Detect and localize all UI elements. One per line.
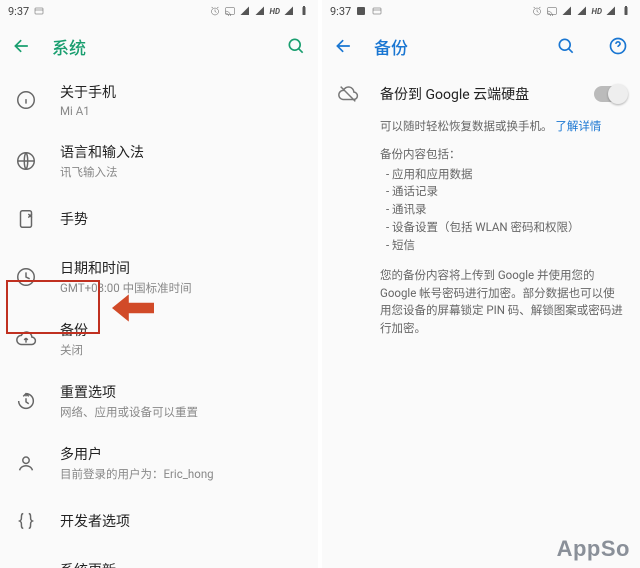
item-developer[interactable]: 开发者选项 — [0, 494, 318, 548]
bullets-list: 应用和应用数据 通话记录 通讯录 设备设置（包括 WLAN 密码和权限） 短信 — [380, 166, 626, 255]
learn-more-link[interactable]: 了解详情 — [555, 119, 601, 133]
back-button[interactable] — [10, 34, 34, 58]
gesture-icon — [14, 207, 38, 231]
help-button[interactable] — [606, 34, 630, 58]
page-title: 系统 — [52, 34, 266, 59]
battery-icon — [620, 5, 632, 17]
toggle-row[interactable]: 备份到 Google 云端硬盘 — [322, 70, 640, 118]
backup-toggle[interactable] — [594, 86, 626, 102]
bullet-item: 短信 — [380, 237, 626, 255]
restore-icon — [14, 389, 38, 413]
alarm-icon — [531, 5, 543, 17]
description: 可以随时轻松恢复数据或换手机。 了解详情 备份内容包括： 应用和应用数据 通话记… — [322, 118, 640, 338]
bullet-item: 通讯录 — [380, 201, 626, 219]
item-backup[interactable]: 备份关闭 — [0, 308, 318, 370]
item-sub: Mi A1 — [60, 104, 306, 118]
item-label: 备份 — [60, 320, 306, 340]
bullets-title: 备份内容包括： — [380, 146, 626, 164]
item-label: 系统更新 — [60, 560, 306, 568]
item-label: 关于手机 — [60, 82, 306, 102]
arrow-annotation — [112, 293, 154, 323]
item-label: 重置选项 — [60, 382, 306, 402]
clock-icon — [14, 265, 38, 289]
signal2-icon — [576, 5, 588, 17]
page-title: 备份 — [374, 34, 536, 59]
screenshot-icon — [355, 5, 367, 17]
item-sub: 网络、应用或设备可以重置 — [60, 404, 306, 420]
cast-icon — [546, 5, 558, 17]
item-sub: 讯飞输入法 — [60, 164, 306, 180]
back-button[interactable] — [332, 34, 356, 58]
signal3-icon — [283, 5, 295, 17]
footer-text: 您的备份内容将上传到 Google 并使用您的 Google 帐号密码进行加密。… — [380, 267, 626, 338]
alarm-icon — [209, 5, 221, 17]
status-bar: 9:37 HD — [322, 0, 640, 22]
battery-icon — [298, 5, 310, 17]
app-bar: 备份 — [322, 22, 640, 70]
settings-list[interactable]: 关于手机 Mi A1 语言和输入法讯飞输入法 手势 日期和时间 GMT+08:00 … — [0, 70, 318, 568]
watermark: AppSo — [557, 536, 630, 562]
item-sub: 目前登录的用户为：Eric_hong — [60, 466, 306, 482]
item-sub: 关闭 — [60, 342, 306, 358]
cloud-upload-icon — [14, 327, 38, 351]
item-label: 手势 — [60, 209, 306, 229]
phone-right: 9:37 HD 备份 — [322, 0, 640, 568]
item-sub: GMT+08:00 中国标准时间 — [60, 280, 306, 296]
cast-icon — [224, 5, 236, 17]
ic-card-icon — [371, 5, 383, 17]
hd-label: HD — [269, 7, 280, 16]
item-gestures[interactable]: 手势 — [0, 192, 318, 246]
signal-icon — [239, 5, 251, 17]
backup-content: 备份到 Google 云端硬盘 可以随时轻松恢复数据或换手机。 了解详情 备份内… — [322, 70, 640, 568]
item-language[interactable]: 语言和输入法讯飞输入法 — [0, 130, 318, 192]
signal-icon — [561, 5, 573, 17]
app-bar: 系统 — [0, 22, 318, 70]
item-label: 语言和输入法 — [60, 142, 306, 162]
item-users[interactable]: 多用户目前登录的用户为：Eric_hong — [0, 432, 318, 494]
item-datetime[interactable]: 日期和时间 GMT+08:00 中国标准时间 — [0, 246, 318, 308]
person-icon — [14, 451, 38, 475]
status-bar: 9:37 HD — [0, 0, 318, 22]
hd-label: HD — [591, 7, 602, 16]
status-time: 9:37 — [8, 5, 29, 18]
bullet-item: 通话记录 — [380, 183, 626, 201]
ic-card-icon — [33, 5, 45, 17]
toggle-label: 备份到 Google 云端硬盘 — [380, 84, 574, 104]
desc-text: 可以随时轻松恢复数据或换手机。 — [380, 119, 553, 133]
item-label: 多用户 — [60, 444, 306, 464]
signal2-icon — [254, 5, 266, 17]
item-about-phone[interactable]: 关于手机 Mi A1 — [0, 70, 318, 130]
item-label: 日期和时间 — [60, 258, 306, 278]
info-icon — [14, 88, 38, 112]
item-label: 开发者选项 — [60, 511, 306, 531]
cloud-off-icon — [336, 82, 360, 106]
braces-icon — [14, 509, 38, 533]
globe-icon — [14, 149, 38, 173]
bullet-item: 设备设置（包括 WLAN 密码和权限） — [380, 219, 626, 237]
item-system-update[interactable]: 系统更新已更新至 Android 9 — [0, 548, 318, 568]
search-button[interactable] — [554, 34, 578, 58]
search-button[interactable] — [284, 34, 308, 58]
bullet-item: 应用和应用数据 — [380, 166, 626, 184]
phone-left: 9:37 HD 系统 — [0, 0, 318, 568]
signal3-icon — [605, 5, 617, 17]
status-time: 9:37 — [330, 5, 351, 18]
item-reset[interactable]: 重置选项网络、应用或设备可以重置 — [0, 370, 318, 432]
